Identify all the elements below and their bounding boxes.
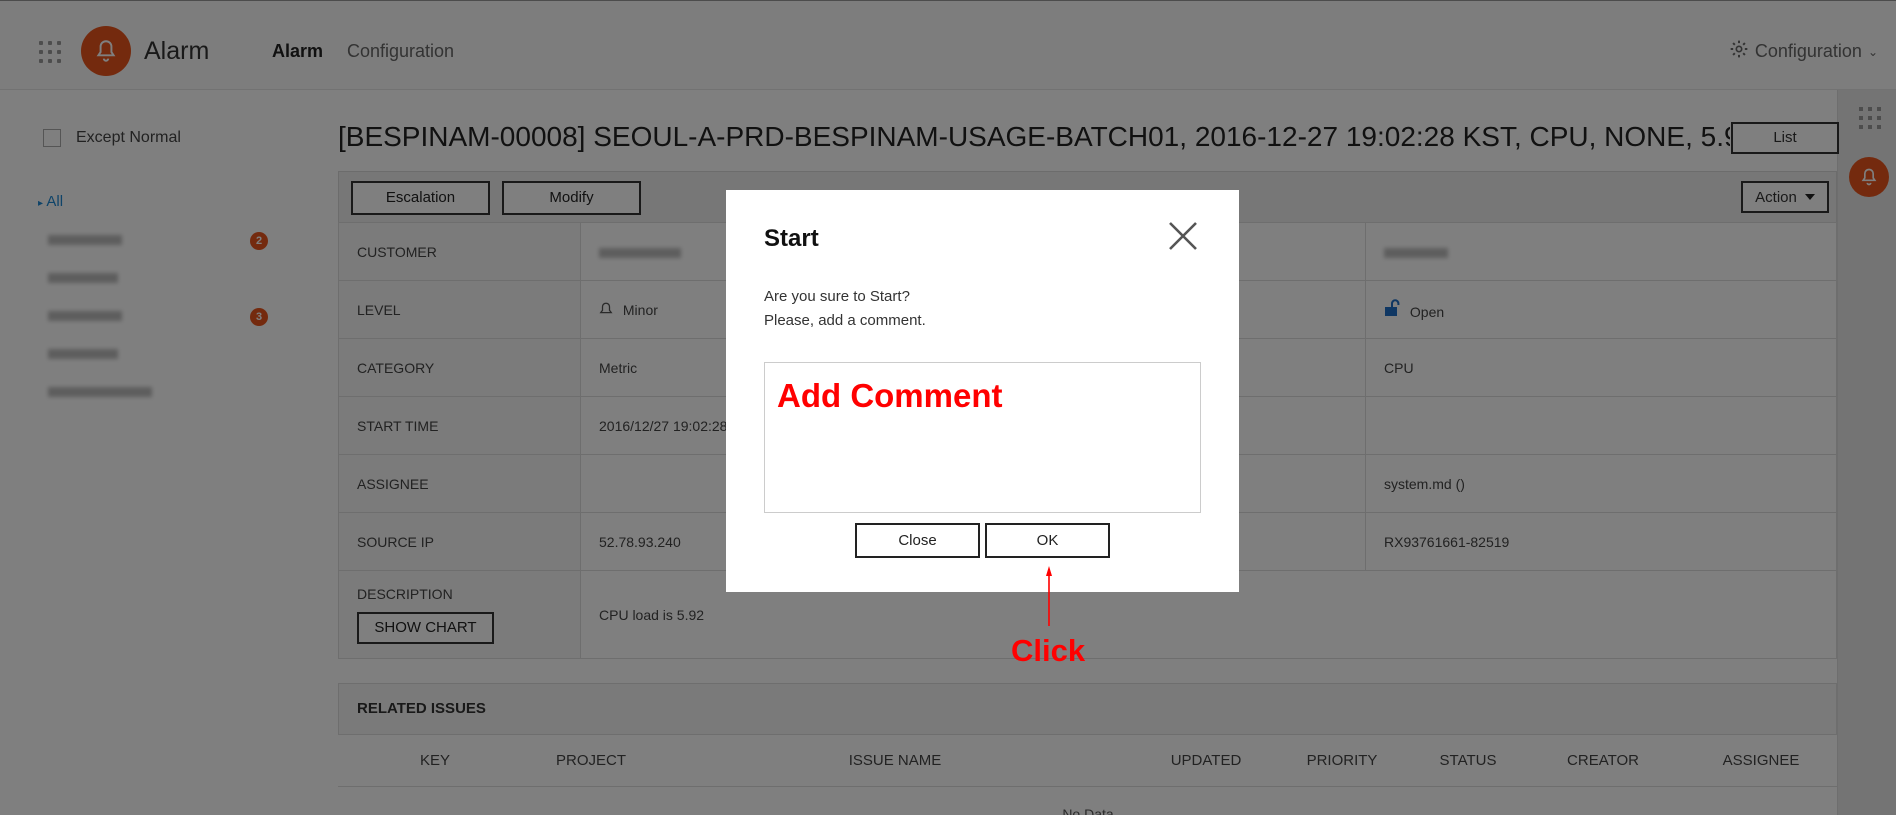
close-button[interactable]: Close [855,523,980,558]
arrow-up-icon [1046,566,1052,626]
dialog-message-line1: Are you sure to Start? [764,288,910,305]
comment-textarea[interactable]: Add Comment [764,362,1201,513]
dialog-message-line2: Please, add a comment. [764,312,926,329]
comment-annotation-text: Add Comment [777,377,1003,414]
dialog-title: Start [764,225,819,252]
ok-button[interactable]: OK [985,523,1110,558]
start-dialog: Start Are you sure to Start? Please, add… [726,190,1239,592]
click-annotation: Click [1011,633,1086,668]
dialog-message: Are you sure to Start? Please, add a com… [764,285,926,333]
close-icon[interactable] [1164,217,1202,255]
